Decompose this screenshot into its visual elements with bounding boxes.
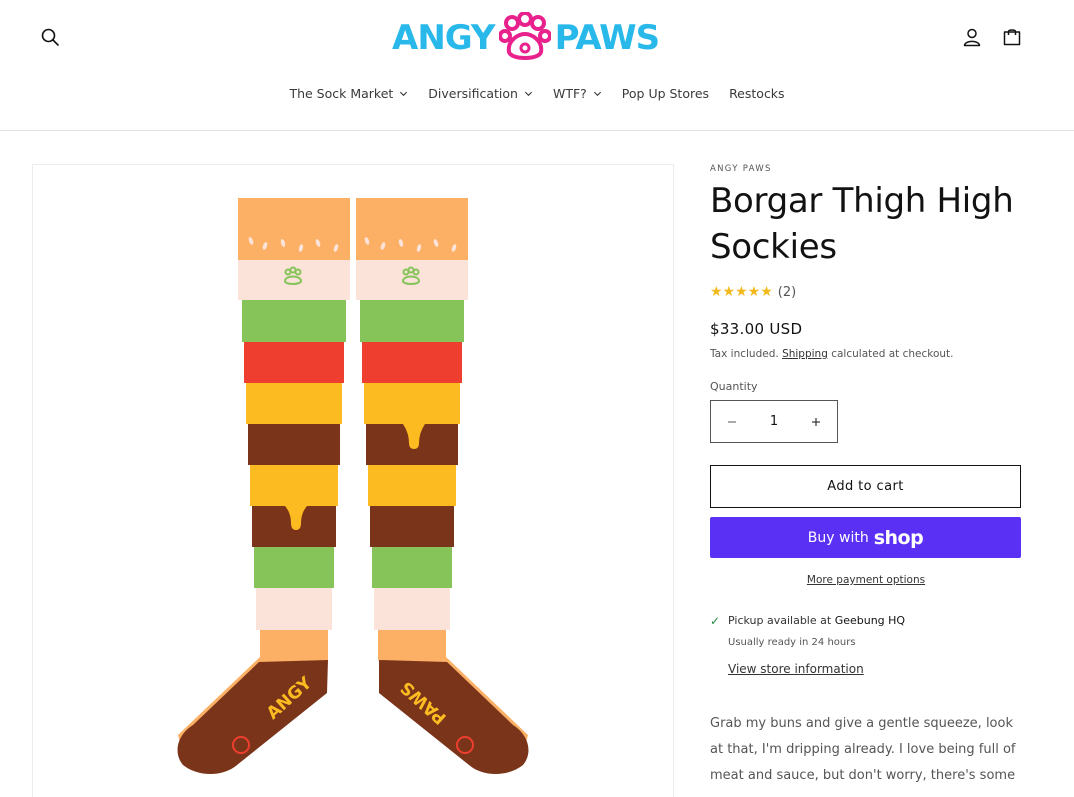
nav-item-label: Restocks — [729, 85, 785, 101]
nav-item-wtf[interactable]: WTF? — [543, 84, 612, 102]
logo-text-right: PAWS — [554, 18, 661, 58]
product-description: Grab my buns and give a gentle squeeze, … — [710, 716, 1016, 783]
more-payment-options-link[interactable]: More payment options — [710, 574, 1022, 586]
product-image-gallery[interactable]: ANGY PAWS — [32, 164, 674, 797]
main-navigation: The Sock Market Diversification WTF? Pop… — [0, 84, 1074, 102]
pickup-prefix: Pickup available at — [728, 614, 832, 627]
nav-item-sock-market[interactable]: The Sock Market — [279, 84, 418, 102]
left-sock: ANGY — [177, 198, 350, 774]
nav-item-label: Pop Up Stores — [621, 85, 710, 101]
rating-count: (2) — [777, 284, 797, 300]
buy-with-label: Buy with — [807, 529, 869, 546]
checkmark-icon: ✓ — [710, 614, 721, 628]
pickup-ready-time: Usually ready in 24 hours — [728, 637, 856, 648]
logo-text-left: ANGY — [392, 18, 496, 58]
product-vendor: ANGY PAWS — [710, 164, 772, 174]
account-icon[interactable] — [958, 23, 986, 51]
cart-icon[interactable] — [998, 23, 1026, 51]
shipping-link[interactable]: Shipping — [782, 348, 828, 360]
pickup-location: Geebung HQ — [834, 614, 906, 627]
plus-icon — [812, 417, 820, 426]
shop-pay-logo: shop — [873, 526, 924, 549]
tax-suffix: calculated at checkout. — [831, 348, 954, 360]
tax-prefix: Tax included. — [710, 348, 779, 360]
add-to-cart-button[interactable]: Add to cart — [710, 465, 1021, 508]
quantity-label: Quantity — [710, 380, 758, 393]
chevron-down-icon — [400, 91, 408, 96]
buy-with-shop-button[interactable]: Buy with shop — [710, 517, 1021, 558]
quantity-stepper — [710, 400, 838, 443]
product-image: ANGY PAWS — [177, 198, 529, 774]
increase-quantity-button[interactable] — [795, 401, 837, 442]
star-rating-icon: ★★★★★ — [710, 284, 773, 300]
product-title: Borgar Thigh High Sockies — [710, 181, 1014, 267]
tax-note: Tax included. Shipping calculated at che… — [710, 348, 1022, 360]
decrease-quantity-button[interactable] — [711, 401, 753, 442]
site-header: ANGY PAWS The Sock Market Diversificatio… — [0, 0, 1074, 131]
product-rating[interactable]: ★★★★★ (2) — [710, 284, 1022, 300]
right-sock: PAWS — [356, 198, 529, 774]
nav-item-diversification[interactable]: Diversification — [418, 84, 543, 102]
chevron-down-icon — [593, 91, 601, 96]
product-info: ANGY PAWS Borgar Thigh High Sockies ★★★★… — [710, 160, 1022, 789]
nav-item-pop-up-stores[interactable]: Pop Up Stores — [612, 84, 719, 102]
pickup-availability: ✓ Pickup available at Geebung HQ — [710, 614, 1022, 628]
site-logo[interactable]: ANGY PAWS — [392, 12, 662, 64]
nav-item-restocks[interactable]: Restocks — [719, 84, 795, 102]
quantity-input[interactable] — [754, 414, 794, 429]
nav-item-label: The Sock Market — [289, 85, 394, 101]
minus-icon — [728, 421, 736, 422]
product-price: $33.00 USD — [710, 320, 803, 338]
nav-item-label: WTF? — [552, 85, 587, 101]
paw-icon — [498, 12, 551, 60]
chevron-down-icon — [524, 91, 533, 96]
nav-item-label: Diversification — [428, 85, 518, 101]
view-store-information-link[interactable]: View store information — [728, 662, 864, 676]
search-icon[interactable] — [36, 23, 64, 51]
